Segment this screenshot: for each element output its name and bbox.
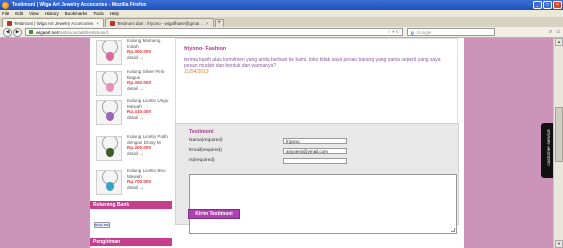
form-title: Testimoni bbox=[189, 129, 214, 135]
new-tab-button[interactable]: + bbox=[214, 19, 224, 27]
testimonial-message: terima kasih atas komitmen yang anda ber… bbox=[184, 57, 454, 75]
google-icon: g bbox=[411, 29, 414, 35]
forward-button[interactable]: ▶ bbox=[13, 27, 22, 37]
site-favicon-icon bbox=[109, 20, 115, 26]
menu-tools[interactable]: Tools bbox=[93, 11, 104, 16]
product-item[interactable]: Kalung Liontin Putih dengan Drusy M Rp.3… bbox=[93, 134, 171, 164]
product-name[interactable]: Kalung Liontin Putih dengan Drusy M bbox=[127, 134, 171, 145]
site-identity-icon bbox=[29, 30, 33, 34]
stone-shape bbox=[106, 52, 114, 61]
search-icon[interactable]: ⌕ bbox=[549, 29, 552, 36]
product-name[interactable]: Kalung Silver Pink Bagus bbox=[127, 69, 171, 80]
stone-shape bbox=[106, 182, 114, 191]
tab-bar: Testimoni | Wiga Art Jewelry Accecories … bbox=[0, 17, 563, 27]
firefox-icon bbox=[2, 1, 9, 9]
product-name[interactable]: Kalung Mamang Indah bbox=[127, 38, 171, 49]
menu-file[interactable]: File bbox=[2, 11, 9, 16]
email-label: Email(required) bbox=[189, 148, 222, 153]
page-viewport: Kalung Mamang Indah Rp.300.000 detail → … bbox=[0, 38, 563, 248]
shipping-header: Pengiriman bbox=[90, 238, 172, 246]
search-placeholder: Google bbox=[416, 29, 432, 35]
product-name[interactable]: Kalung Liontin Biru Mewah bbox=[127, 168, 171, 179]
vertical-scrollbar[interactable]: ▲ ▼ bbox=[553, 38, 563, 248]
product-item[interactable]: Kalung Mamang Indah Rp.300.000 detail → bbox=[93, 38, 171, 68]
firefox-titlebar: Testimoni | Wiga Art Jewelry Accecories … bbox=[0, 0, 563, 10]
back-button[interactable]: ◀ bbox=[3, 27, 12, 37]
product-detail-link[interactable]: detail → bbox=[127, 115, 171, 121]
tab-close-icon[interactable]: × bbox=[206, 21, 209, 26]
minimize-button[interactable]: _ bbox=[533, 1, 542, 9]
tab-label: Testimoni | Wiga Art Jewelry Accecories bbox=[14, 20, 94, 26]
submit-testimonial-button[interactable]: Kirim Testimoni bbox=[188, 209, 240, 219]
maximize-button[interactable]: □ bbox=[543, 1, 552, 9]
bank-account-header: Rekening Bank bbox=[90, 201, 172, 209]
message-textarea[interactable] bbox=[189, 174, 457, 234]
home-icon[interactable]: ⌂ bbox=[556, 29, 560, 36]
scroll-down-icon[interactable]: ▼ bbox=[555, 240, 563, 248]
tab-label: Tesimoni dari : friyono - wigafhase@gmai… bbox=[116, 20, 203, 26]
product-image[interactable] bbox=[96, 170, 122, 195]
window-title: Testimoni | Wiga Art Jewelry Accecories … bbox=[12, 2, 147, 8]
product-image[interactable] bbox=[96, 71, 122, 96]
name-field[interactable]: friyono bbox=[283, 138, 347, 144]
tab-testimoni[interactable]: Testimoni | Wiga Art Jewelry Accecories … bbox=[2, 18, 104, 27]
url-tools[interactable]: ☆ ▾ C bbox=[387, 29, 399, 35]
product-image[interactable] bbox=[96, 100, 122, 125]
navigation-bar: ◀ ▶ wigaart.net /testimoni/add/testimoni… bbox=[0, 27, 563, 38]
tab-testimoni-detail[interactable]: Tesimoni dari : friyono - wigafhase@gmai… bbox=[104, 18, 214, 27]
tab-close-icon[interactable]: × bbox=[96, 21, 99, 26]
product-detail-link[interactable]: detail → bbox=[127, 151, 171, 157]
testimonial-text: terima kasih atas komitmen yang anda ber… bbox=[184, 57, 441, 69]
menu-bookmarks[interactable]: Bookmarks bbox=[65, 11, 88, 16]
stone-shape bbox=[106, 148, 114, 157]
stone-shape bbox=[106, 83, 114, 92]
product-name[interactable]: Kalung Liontin Ungu Mewah bbox=[127, 98, 171, 109]
testimonial-entry: friyono- Fashion terima kasih atas komit… bbox=[175, 38, 458, 124]
main-content: friyono- Fashion terima kasih atas komit… bbox=[172, 38, 464, 248]
menu-bar: File Edit View History Bookmarks Tools H… bbox=[0, 10, 563, 17]
stone-shape bbox=[106, 112, 114, 121]
message-label: Isi(required) bbox=[189, 158, 215, 163]
product-item[interactable]: Kalung Liontin Ungu Mewah Rp.410.000 det… bbox=[93, 98, 171, 128]
product-detail-link[interactable]: detail → bbox=[127, 86, 171, 92]
testimonial-date: 11/04/2013 bbox=[184, 69, 209, 75]
menu-help[interactable]: Help bbox=[110, 11, 119, 16]
message-field[interactable] bbox=[283, 158, 347, 164]
scroll-thumb[interactable] bbox=[555, 107, 563, 162]
product-detail-link[interactable]: detail → bbox=[127, 185, 171, 191]
scroll-up-icon[interactable]: ▲ bbox=[555, 38, 563, 46]
product-image[interactable] bbox=[96, 40, 122, 65]
url-bar[interactable]: wigaart.net /testimoni/add/testimoni/1 ☆… bbox=[25, 28, 403, 36]
close-button[interactable]: × bbox=[553, 1, 562, 9]
testimonial-author: friyono- Fashion bbox=[184, 46, 227, 52]
search-input[interactable]: g Google bbox=[407, 28, 495, 36]
product-sidebar: Kalung Mamang Indah Rp.300.000 detail → … bbox=[90, 38, 172, 248]
resize-handle-icon[interactable] bbox=[451, 228, 455, 232]
menu-history[interactable]: History bbox=[45, 11, 59, 16]
bank-logo: BANK BRI bbox=[94, 222, 110, 228]
menu-edit[interactable]: Edit bbox=[15, 11, 23, 16]
product-item[interactable]: Kalung Silver Pink Bagus Rp.350.000 deta… bbox=[93, 69, 171, 99]
product-image[interactable] bbox=[96, 136, 122, 161]
product-detail-link[interactable]: detail → bbox=[127, 55, 171, 61]
url-host: wigaart.net bbox=[36, 29, 59, 35]
menu-view[interactable]: View bbox=[29, 11, 39, 16]
product-item[interactable]: Kalung Liontin Biru Mewah Rp.700.000 det… bbox=[93, 168, 171, 198]
name-label: Nama(required) bbox=[189, 138, 223, 143]
site-favicon-icon bbox=[7, 20, 12, 26]
customer-service-tab[interactable]: customer service bbox=[541, 123, 553, 178]
email-field[interactable]: anyoemi@ymail.com bbox=[283, 148, 347, 154]
url-path: /testimoni/add/testimoni/1 bbox=[58, 29, 110, 35]
